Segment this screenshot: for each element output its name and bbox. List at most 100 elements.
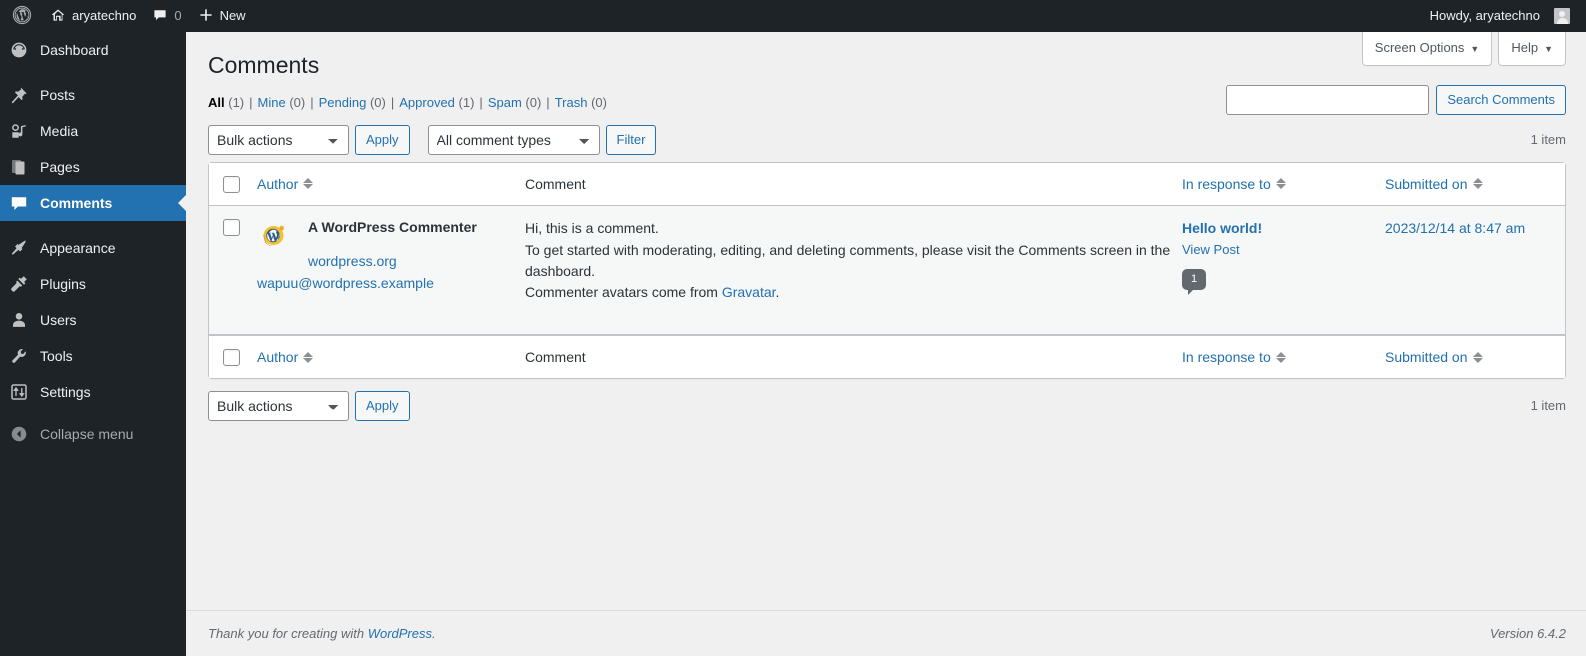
select-all-checkbox-bottom[interactable] <box>223 348 240 366</box>
search-comments-button[interactable]: Search Comments <box>1436 85 1566 115</box>
column-label: Comment <box>525 175 586 192</box>
media-music-icon <box>9 121 29 141</box>
post-comment-count-badge[interactable]: 1 <box>1182 268 1206 295</box>
status-link-label[interactable]: Mine <box>258 95 286 110</box>
howdy-menu-item[interactable]: Howdy, aryatechno <box>1422 0 1578 32</box>
author-email-link[interactable]: wapuu@wordpress.example <box>257 273 515 294</box>
response-post-link[interactable]: Hello world! <box>1182 218 1375 239</box>
sort-updown-icon <box>303 351 314 363</box>
column-label: Author <box>257 348 299 365</box>
sidebar-item-label: Settings <box>40 384 91 400</box>
comments-table: Author Comment In response to Submitted … <box>208 161 1566 380</box>
status-link-spam[interactable]: Spam (0) <box>488 90 541 116</box>
status-separator: | <box>546 94 550 110</box>
sidebar-item-plugins[interactable]: Plugins <box>0 266 186 302</box>
row-select-checkbox[interactable] <box>223 219 240 237</box>
column-header-response[interactable]: In response to <box>1182 162 1385 207</box>
chevron-down-icon: ▼ <box>1470 44 1480 54</box>
status-link-pending[interactable]: Pending (0) <box>319 90 386 116</box>
admin-sidebar-menu: Dashboard Posts Media Pages Comments App… <box>0 32 186 656</box>
displaying-num-top: 1 item <box>1530 131 1566 147</box>
status-separator: | <box>310 94 314 110</box>
sort-response-link-bottom[interactable]: In response to <box>1182 348 1286 366</box>
menu-separator <box>0 68 186 77</box>
column-footer-response[interactable]: In response to <box>1182 334 1385 379</box>
comments-count-label: 0 <box>174 8 182 23</box>
sidebar-item-users[interactable]: Users <box>0 302 186 338</box>
screen-options-tab[interactable]: Screen Options ▼ <box>1361 32 1493 67</box>
filter-button[interactable]: Filter <box>605 124 657 155</box>
author-url-link[interactable]: wordpress.org <box>308 251 515 272</box>
site-name-label: aryatechno <box>72 8 137 23</box>
screen-options-label: Screen Options <box>1374 40 1465 55</box>
sidebar-item-tools[interactable]: Tools <box>0 338 186 374</box>
wordpress-link[interactable]: WordPress <box>368 626 432 641</box>
sort-updown-icon <box>1472 178 1483 190</box>
status-link-label[interactable]: Pending <box>319 95 367 110</box>
status-link-label[interactable]: Spam <box>488 95 522 110</box>
wapuu-avatar-icon <box>257 219 289 251</box>
sort-updown-icon <box>1275 351 1286 363</box>
user-avatar-icon <box>1554 8 1570 24</box>
status-link-mine[interactable]: Mine (0) <box>258 90 306 116</box>
column-label: In response to <box>1182 175 1271 192</box>
gravatar-link[interactable]: Gravatar <box>722 284 776 300</box>
column-header-date[interactable]: Submitted on <box>1385 162 1565 207</box>
status-link-all[interactable]: All (1) <box>208 90 244 116</box>
sidebar-item-posts[interactable]: Posts <box>0 77 186 113</box>
sidebar-item-settings[interactable]: Settings <box>0 374 186 410</box>
comment-bubble-icon <box>9 193 29 213</box>
column-header-comment: Comment <box>525 162 1182 207</box>
status-separator: | <box>390 94 395 110</box>
table-body: A WordPress Commenter wordpress.org wapu… <box>209 206 1565 335</box>
status-link-label[interactable]: Trash <box>555 95 588 110</box>
sidebar-item-appearance[interactable]: Appearance <box>0 230 186 266</box>
collapse-menu-button[interactable]: Collapse menu <box>0 416 186 452</box>
search-input[interactable] <box>1226 85 1430 115</box>
sidebar-item-label: Tools <box>40 348 73 364</box>
wp-logo-menu-item[interactable] <box>0 0 42 32</box>
select-all-checkbox-top[interactable] <box>223 175 240 193</box>
sidebar-item-comments[interactable]: Comments <box>0 185 186 221</box>
sidebar-item-dashboard[interactable]: Dashboard <box>0 32 186 68</box>
status-link-label[interactable]: All <box>208 95 225 110</box>
sidebar-item-label: Media <box>40 123 79 139</box>
comment-type-select[interactable]: All comment types <box>427 124 600 155</box>
sidebar-item-pages[interactable]: Pages <box>0 149 186 185</box>
status-link-trash[interactable]: Trash (0) <box>555 90 607 116</box>
site-name-menu-item[interactable]: aryatechno <box>42 0 144 32</box>
sort-updown-icon <box>1275 178 1286 190</box>
sort-response-link[interactable]: In response to <box>1182 175 1286 193</box>
status-link-approved[interactable]: Approved (1) <box>399 90 474 116</box>
row-select-cell <box>209 206 257 335</box>
new-content-menu-item[interactable]: New <box>190 0 254 32</box>
collapse-arrow-left-icon <box>9 424 29 444</box>
column-header-author[interactable]: Author <box>257 162 525 207</box>
main-content-area: Screen Options ▼ Help ▼ Comments Search Co… <box>186 32 1586 656</box>
column-footer-author[interactable]: Author <box>257 334 525 379</box>
sort-author-link-bottom[interactable]: Author <box>257 348 314 366</box>
bulk-actions-select-bottom[interactable]: Bulk actions <box>208 391 349 422</box>
admin-bar: aryatechno 0 New Howdy, aryatechno <box>0 0 1586 32</box>
author-name: A WordPress Commenter <box>308 219 477 236</box>
column-label: Comment <box>525 348 586 365</box>
sort-author-link[interactable]: Author <box>257 175 314 193</box>
footer-thanks: Thank you for creating with WordPress. <box>208 626 436 641</box>
status-separator: | <box>479 94 483 110</box>
sort-date-link-bottom[interactable]: Submitted on <box>1385 348 1483 366</box>
chevron-down-icon: ▼ <box>1544 44 1553 54</box>
column-footer-date[interactable]: Submitted on <box>1385 334 1565 379</box>
submitted-on-cell: 2023/12/14 at 8:47 am <box>1385 206 1565 335</box>
status-link-label[interactable]: Approved <box>399 95 455 110</box>
column-label: Submitted on <box>1385 348 1468 365</box>
comments-bubble-menu-item[interactable]: 0 <box>144 0 189 32</box>
apply-button-top[interactable]: Apply <box>355 124 410 155</box>
submitted-on-link[interactable]: 2023/12/14 at 8:47 am <box>1385 220 1525 236</box>
bulk-actions-select-top[interactable]: Bulk actions <box>208 124 349 155</box>
sort-date-link[interactable]: Submitted on <box>1385 175 1483 193</box>
apply-button-bottom[interactable]: Apply <box>355 391 410 422</box>
user-icon <box>9 310 29 330</box>
sidebar-item-media[interactable]: Media <box>0 113 186 149</box>
help-tab[interactable]: Help ▼ <box>1498 32 1566 67</box>
view-post-link[interactable]: View Post <box>1182 240 1375 261</box>
